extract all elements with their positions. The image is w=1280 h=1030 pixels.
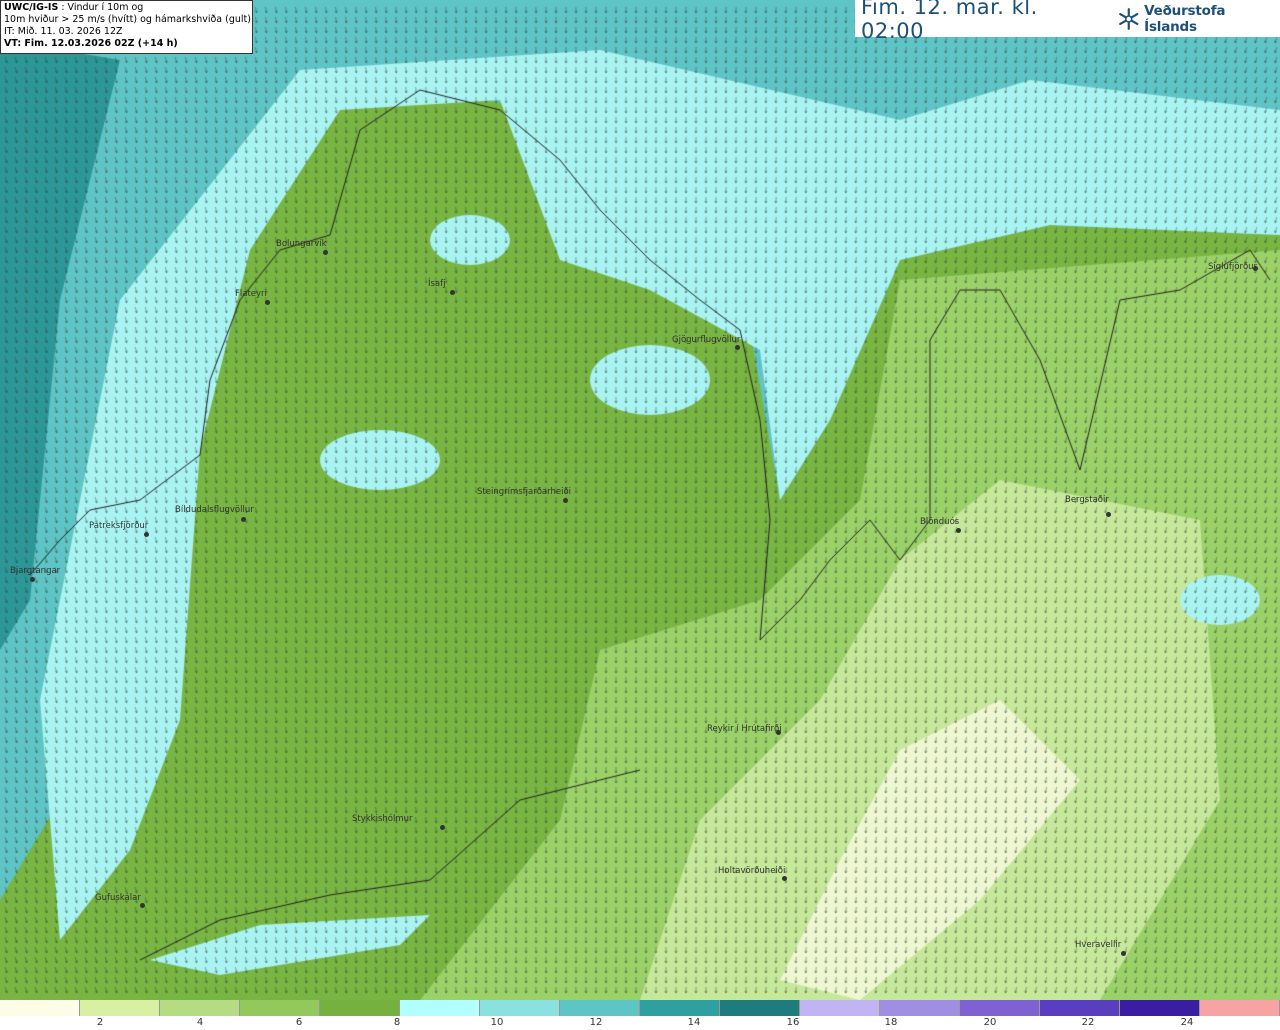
legend-tick: 20 bbox=[983, 1017, 997, 1028]
legend-color-bar bbox=[0, 1000, 1280, 1016]
color-legend: 2 4 6 8 10 12 14 16 18 20 22 24 bbox=[0, 1000, 1280, 1030]
info-description: 10m hviður > 25 m/s (hvítt) og hámarkshv… bbox=[4, 14, 251, 25]
forecast-time-label: Fim. 12. mar. kl. 02:00 bbox=[861, 0, 1038, 43]
legend-swatch bbox=[240, 1000, 320, 1016]
legend-tick: 2 bbox=[96, 1017, 104, 1028]
place-label-gufuskalar: Gufuskálar bbox=[95, 893, 141, 903]
place-label-isafj: Ísafj bbox=[428, 279, 446, 289]
legend-swatch bbox=[1120, 1000, 1200, 1016]
brand-logo: Veðurstofa Íslands bbox=[1116, 3, 1280, 35]
legend-swatch bbox=[0, 1000, 80, 1016]
place-dot bbox=[440, 825, 445, 830]
legend-tick: 18 bbox=[884, 1017, 898, 1028]
place-label-stykkisholmur: Stykkishólmur bbox=[352, 814, 413, 824]
place-dot bbox=[140, 903, 145, 908]
initial-time: IT: Mið. 11. 03. 2026 12Z bbox=[4, 26, 123, 37]
legend-swatch bbox=[640, 1000, 720, 1016]
place-label-steingrimsfjardarheidi: Steingrímsfjarðarheiði bbox=[477, 487, 572, 497]
legend-tick: 10 bbox=[490, 1017, 504, 1028]
place-label-siglufjordur: Siglufjörður bbox=[1208, 262, 1258, 272]
place-dot bbox=[1121, 951, 1126, 956]
place-dot bbox=[450, 290, 455, 295]
place-dot bbox=[782, 876, 787, 881]
legend-swatch bbox=[160, 1000, 240, 1016]
place-label-reykir: Reykir í Hrútafirði bbox=[707, 724, 782, 734]
place-dot bbox=[30, 577, 35, 582]
legend-tick: 24 bbox=[1180, 1017, 1194, 1028]
legend-swatch bbox=[720, 1000, 800, 1016]
forecast-info-box: UWC/IG-IS : Vindur í 10m og 10m hviður >… bbox=[0, 0, 253, 54]
time-header: Fim. 12. mar. kl. 02:00 Veðurstofa Íslan… bbox=[855, 0, 1280, 43]
legend-swatch bbox=[80, 1000, 160, 1016]
legend-tick: 8 bbox=[393, 1017, 401, 1028]
place-dot bbox=[323, 250, 328, 255]
legend-tick: 6 bbox=[295, 1017, 303, 1028]
legend-tick: 12 bbox=[589, 1017, 603, 1028]
place-label-bjargtangar: Bjargtangar bbox=[10, 566, 61, 576]
legend-swatch bbox=[880, 1000, 960, 1016]
place-label-holtavorduheidi: Holtavörðuheiði bbox=[718, 866, 786, 876]
place-dot bbox=[265, 300, 270, 305]
place-dot bbox=[241, 517, 246, 522]
legend-swatch bbox=[960, 1000, 1040, 1016]
brand-name: Veðurstofa Íslands bbox=[1144, 2, 1226, 35]
place-dot bbox=[1106, 512, 1111, 517]
place-dot bbox=[144, 532, 149, 537]
valid-time: VT: Fim. 12.03.2026 02Z (+14 h) bbox=[4, 38, 178, 49]
place-label-flateyri: Flateyri bbox=[235, 289, 267, 299]
legend-swatch bbox=[1200, 1000, 1280, 1016]
legend-tick: 16 bbox=[786, 1017, 800, 1028]
place-dot bbox=[563, 498, 568, 503]
place-label-hveravellir: Hveravellir bbox=[1075, 940, 1122, 950]
place-dot bbox=[735, 345, 740, 350]
legend-tick: 22 bbox=[1081, 1017, 1095, 1028]
place-label-patreksfjordur: Patreksfjörður bbox=[89, 521, 149, 531]
place-label-gjogurflugvollur: Gjögurflugvöllur bbox=[672, 335, 741, 345]
legend-swatch bbox=[320, 1000, 400, 1016]
place-label-bolungarvik: Bolungarvík bbox=[276, 239, 327, 249]
place-label-bildudalsflugvollur: Bíldudalsflugvöllur bbox=[175, 505, 254, 515]
snowflake-logo-icon bbox=[1118, 7, 1138, 30]
place-label-bergstadir: Bergstaðir bbox=[1065, 495, 1109, 505]
legend-swatch bbox=[560, 1000, 640, 1016]
legend-swatch bbox=[800, 1000, 880, 1016]
model-name: UWC/IG-IS bbox=[4, 2, 59, 13]
place-dot bbox=[956, 528, 961, 533]
info-title: : Vindur í 10m og bbox=[58, 2, 144, 13]
legend-swatch bbox=[1040, 1000, 1120, 1016]
legend-tick: 14 bbox=[687, 1017, 701, 1028]
place-label-blonduos: Blönduós bbox=[920, 517, 960, 527]
legend-swatch bbox=[480, 1000, 560, 1016]
legend-swatch bbox=[400, 1000, 480, 1016]
legend-tick: 4 bbox=[196, 1017, 204, 1028]
